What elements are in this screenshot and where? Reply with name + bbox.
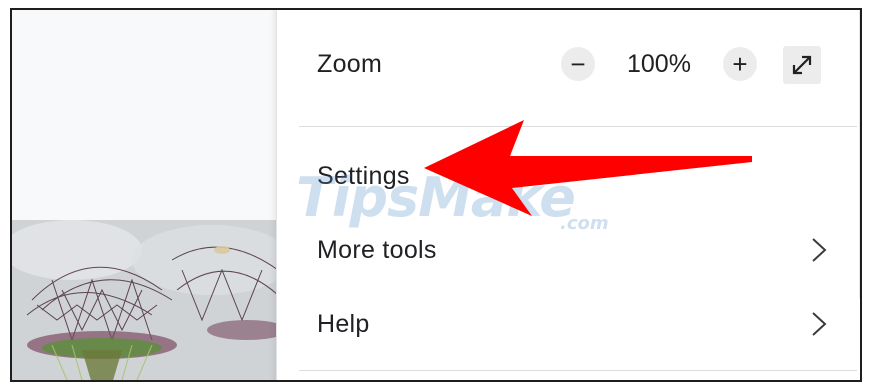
menu-divider <box>299 126 857 127</box>
browser-window: Zoom − 100% + Settings More tools Help T… <box>10 8 862 382</box>
zoom-level-value: 100% <box>627 50 691 78</box>
minus-icon: − <box>570 49 586 79</box>
supertree-image <box>12 220 278 380</box>
chrome-menu: Zoom − 100% + Settings More tools Help <box>276 10 860 380</box>
menu-item-label: More tools <box>317 235 437 264</box>
menu-zoom-row: Zoom − 100% + <box>277 32 837 96</box>
chevron-right-icon <box>812 238 827 262</box>
menu-item-settings[interactable]: Settings <box>277 144 837 208</box>
plus-icon: + <box>732 49 748 79</box>
zoom-in-button[interactable]: + <box>723 47 757 81</box>
menu-scrollbar[interactable] <box>859 10 860 298</box>
chevron-right-icon <box>812 312 827 336</box>
menu-item-label: Settings <box>317 161 410 190</box>
fullscreen-button[interactable] <box>783 46 821 84</box>
watermark-suffix: .com <box>560 213 609 234</box>
fullscreen-icon <box>792 55 812 75</box>
menu-divider <box>299 370 857 371</box>
page-background <box>12 10 276 220</box>
page-photo <box>12 220 278 380</box>
zoom-out-button[interactable]: − <box>561 47 595 81</box>
menu-item-more-tools[interactable]: More tools <box>277 218 837 282</box>
zoom-label: Zoom <box>317 49 383 78</box>
menu-item-help[interactable]: Help <box>277 292 837 356</box>
menu-item-label: Help <box>317 309 370 338</box>
